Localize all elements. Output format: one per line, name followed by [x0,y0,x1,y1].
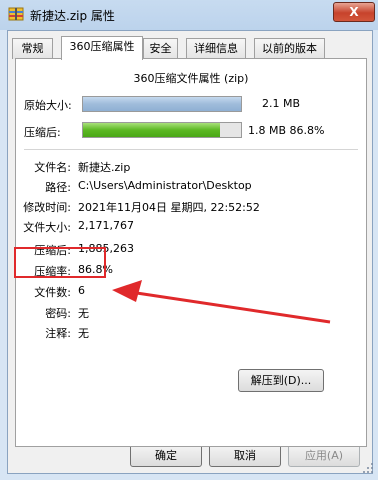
properties-window: 新捷达.zip 属性 X 常规 360压缩属性 安全 详细信息 以前的版本 36… [0,0,378,480]
file-count-value: 6 [78,284,85,297]
path-label: 路径: [45,181,71,194]
panel-title: 360压缩文件属性 (zip) [133,72,249,85]
window-title: 新捷达.zip 属性 [30,9,115,23]
tab-general[interactable]: 常规 [12,38,53,59]
tab-360-compression[interactable]: 360压缩属性 [61,36,143,60]
file-size-value: 2,171,767 [78,219,134,232]
tab-previous-versions[interactable]: 以前的版本 [254,38,325,59]
ok-button[interactable]: 确定 [130,444,202,467]
password-label: 密码: [45,307,71,320]
file-count-label: 文件数: [34,286,71,299]
modified-time-label: 修改时间: [23,201,71,214]
compressed-label: 压缩后: [24,126,61,139]
annotation-highlight-box [14,247,106,278]
cancel-button[interactable]: 取消 [209,444,281,467]
original-size-bar-fill [83,97,241,111]
file-size-label: 文件大小: [23,221,71,234]
tab-details[interactable]: 详细信息 [186,38,246,59]
zip-file-icon [8,7,24,21]
original-size-label: 原始大小: [24,99,72,112]
apply-button[interactable]: 应用(A) [288,444,360,467]
file-name-label: 文件名: [34,161,71,174]
close-button[interactable]: X [333,2,375,22]
extract-to-button[interactable]: 解压到(D)... [238,369,324,392]
file-name-value: 新捷达.zip [78,161,131,174]
comment-label: 注释: [45,327,71,340]
path-value: C:\Users\Administrator\Desktop [78,179,252,192]
compressed-bar-fill [83,123,221,137]
compressed-bar [82,122,242,138]
original-size-value: 2.1 MB [262,97,301,110]
modified-time-value: 2021年11月04日 星期四, 22:52:52 [78,201,260,214]
divider [24,149,358,150]
compressed-value: 1.8 MB 86.8% [248,124,325,137]
original-size-bar [82,96,242,112]
password-value: 无 [78,307,89,320]
comment-value: 无 [78,327,89,340]
tab-security[interactable]: 安全 [143,38,178,59]
resize-grip-icon[interactable] [362,462,374,474]
title-bar[interactable]: 新捷达.zip 属性 X [0,0,378,28]
